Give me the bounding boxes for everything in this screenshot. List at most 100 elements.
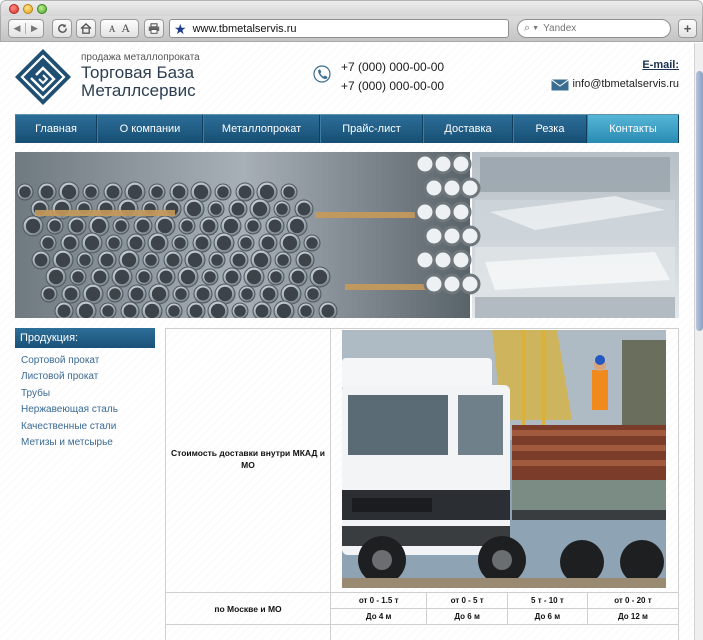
- pipe-hole-shape: [268, 219, 282, 233]
- pipe-hole-shape: [84, 235, 100, 251]
- pipe-hole-shape: [151, 286, 167, 302]
- back-button[interactable]: ◀: [9, 23, 26, 34]
- pipe-hole-shape: [180, 269, 196, 285]
- pipe-hole-shape: [174, 237, 186, 249]
- pipe-hole-shape: [247, 220, 259, 232]
- pipe-hole-shape: [241, 288, 253, 300]
- length-cell-4: До 12 м: [586, 608, 680, 625]
- url-text[interactable]: www.tbmetalservis.ru: [193, 23, 297, 35]
- pipe-hole-shape: [217, 186, 229, 198]
- pipe-hole-shape: [240, 237, 252, 249]
- pipe-hole-shape: [93, 270, 107, 284]
- length-cell-1: До 4 м: [329, 608, 428, 625]
- stacked-pipe-shape: [423, 177, 445, 199]
- stacked-pipe-shape: [441, 273, 463, 295]
- company-logo[interactable]: [14, 48, 72, 106]
- search-input[interactable]: [543, 23, 654, 34]
- add-bookmark-button[interactable]: +: [678, 19, 697, 38]
- pipe-hole-shape: [225, 270, 239, 284]
- banner-image: [15, 152, 679, 318]
- print-button[interactable]: [144, 19, 164, 38]
- phone-number-1[interactable]: +7 (000) 000-00-00: [341, 58, 444, 77]
- pipe-hole-shape: [166, 253, 180, 267]
- chevron-down-icon[interactable]: ▼: [532, 25, 539, 32]
- pipe-hole-shape: [181, 220, 193, 232]
- home-button[interactable]: [76, 19, 96, 38]
- main-menu: Главная О компании Металлопрокат Прайс-л…: [15, 114, 679, 143]
- phone-numbers: +7 (000) 000-00-00 +7 (000) 000-00-00: [341, 58, 444, 96]
- phone-icon: [313, 65, 331, 83]
- vertical-scrollbar[interactable]: [694, 43, 703, 640]
- pipe-hole-shape: [231, 202, 245, 216]
- address-bar[interactable]: ★ www.tbmetalservis.ru: [169, 19, 509, 38]
- pipe-hole-shape: [79, 254, 91, 266]
- sidebar-item-pipes[interactable]: Трубы: [21, 386, 118, 402]
- pipe-hole-shape: [210, 203, 222, 215]
- pipe-hole-shape: [238, 185, 252, 199]
- pipe-hole-shape: [211, 254, 223, 266]
- company-name[interactable]: Торговая База Металлсервис: [81, 64, 196, 100]
- phone-number-2[interactable]: +7 (000) 000-00-00: [341, 77, 444, 96]
- weight-cell-2: от 0 - 5 т: [426, 592, 508, 609]
- menu-item-price-list[interactable]: Прайс-лист: [320, 115, 423, 143]
- menu-item-home[interactable]: Главная: [15, 115, 97, 143]
- sidebar-item-hardware[interactable]: Метизы и метсырье: [21, 435, 118, 451]
- menu-item-about[interactable]: О компании: [97, 115, 203, 143]
- pipe-hole-shape: [202, 219, 216, 233]
- stacked-pipe-shape: [450, 201, 472, 223]
- email-label[interactable]: E-mail:: [642, 59, 679, 71]
- menu-item-metal-products[interactable]: Металлопрокат: [203, 115, 320, 143]
- pipe-hole-shape: [321, 304, 335, 318]
- pipe-hole-shape: [252, 201, 268, 217]
- mail-icon: [551, 79, 569, 91]
- pipe-hole-shape: [291, 270, 305, 284]
- zoom-window-button[interactable]: [37, 4, 47, 14]
- text-bigger-button[interactable]: A: [121, 21, 130, 36]
- pipe-hole-shape: [19, 186, 31, 198]
- menu-item-contacts[interactable]: Контакты: [587, 115, 679, 143]
- forward-button[interactable]: ▶: [26, 23, 43, 34]
- email-link[interactable]: info@tbmetalservis.ru: [572, 78, 679, 90]
- products-heading: Продукция:: [15, 328, 155, 348]
- browser-toolbar: ◀ ▶ A A ★ www.tbmetalservis.ru ⌕ ▼ Yande…: [0, 16, 703, 42]
- pipe-hole-shape: [91, 218, 107, 234]
- sidebar-item-sheet-metal[interactable]: Листовой прокат: [21, 369, 118, 385]
- search-bar[interactable]: ⌕ ▼: [517, 19, 671, 38]
- pipe-hole-shape: [210, 303, 226, 318]
- stacked-pipe-shape: [450, 153, 472, 175]
- pipe-hole-shape: [312, 269, 328, 285]
- pipe-hole-shape: [49, 220, 61, 232]
- scrollbar-thumb[interactable]: [696, 71, 703, 331]
- pipe-hole-shape: [253, 252, 269, 268]
- pipe-hole-shape: [187, 252, 203, 268]
- pipe-hole-shape: [298, 253, 312, 267]
- pipe-hole-shape: [277, 254, 289, 266]
- stacked-pipe-shape: [423, 273, 445, 295]
- stacked-pipe-shape: [414, 201, 436, 223]
- menu-item-cutting[interactable]: Резка: [513, 115, 587, 143]
- close-window-button[interactable]: [9, 4, 19, 14]
- pipe-hole-shape: [78, 303, 94, 318]
- delivery-price-table: по Москве и МО от 0 - 1.5 т от 0 - 5 т 5…: [165, 592, 680, 625]
- pipe-hole-shape: [144, 303, 160, 318]
- stacked-pipe-shape: [414, 153, 436, 175]
- bookmark-star-icon[interactable]: ★: [174, 22, 187, 36]
- pipe-hole-shape: [175, 288, 187, 300]
- menu-item-delivery[interactable]: Доставка: [423, 115, 513, 143]
- stacked-pipe-shape: [423, 225, 445, 247]
- reload-button[interactable]: [52, 19, 72, 38]
- sidebar-item-long-products[interactable]: Сортовой прокат: [21, 353, 118, 369]
- pipe-hole-shape: [130, 287, 144, 301]
- pipe-hole-shape: [108, 237, 120, 249]
- pipe-hole-shape: [48, 269, 64, 285]
- text-smaller-button[interactable]: A: [109, 24, 116, 34]
- truck-photo: [342, 330, 666, 588]
- stacked-pipe-shape: [459, 225, 481, 247]
- sidebar-item-stainless-steel[interactable]: Нержавеющая сталь: [21, 402, 118, 418]
- pipe-hole-shape: [64, 287, 78, 301]
- pipe-hole-shape: [106, 185, 120, 199]
- pipe-hole-shape: [204, 271, 216, 283]
- weight-cell-4: от 0 - 20 т: [586, 592, 680, 609]
- sidebar-item-quality-steels[interactable]: Качественные стали: [21, 419, 118, 435]
- minimize-window-button[interactable]: [23, 4, 33, 14]
